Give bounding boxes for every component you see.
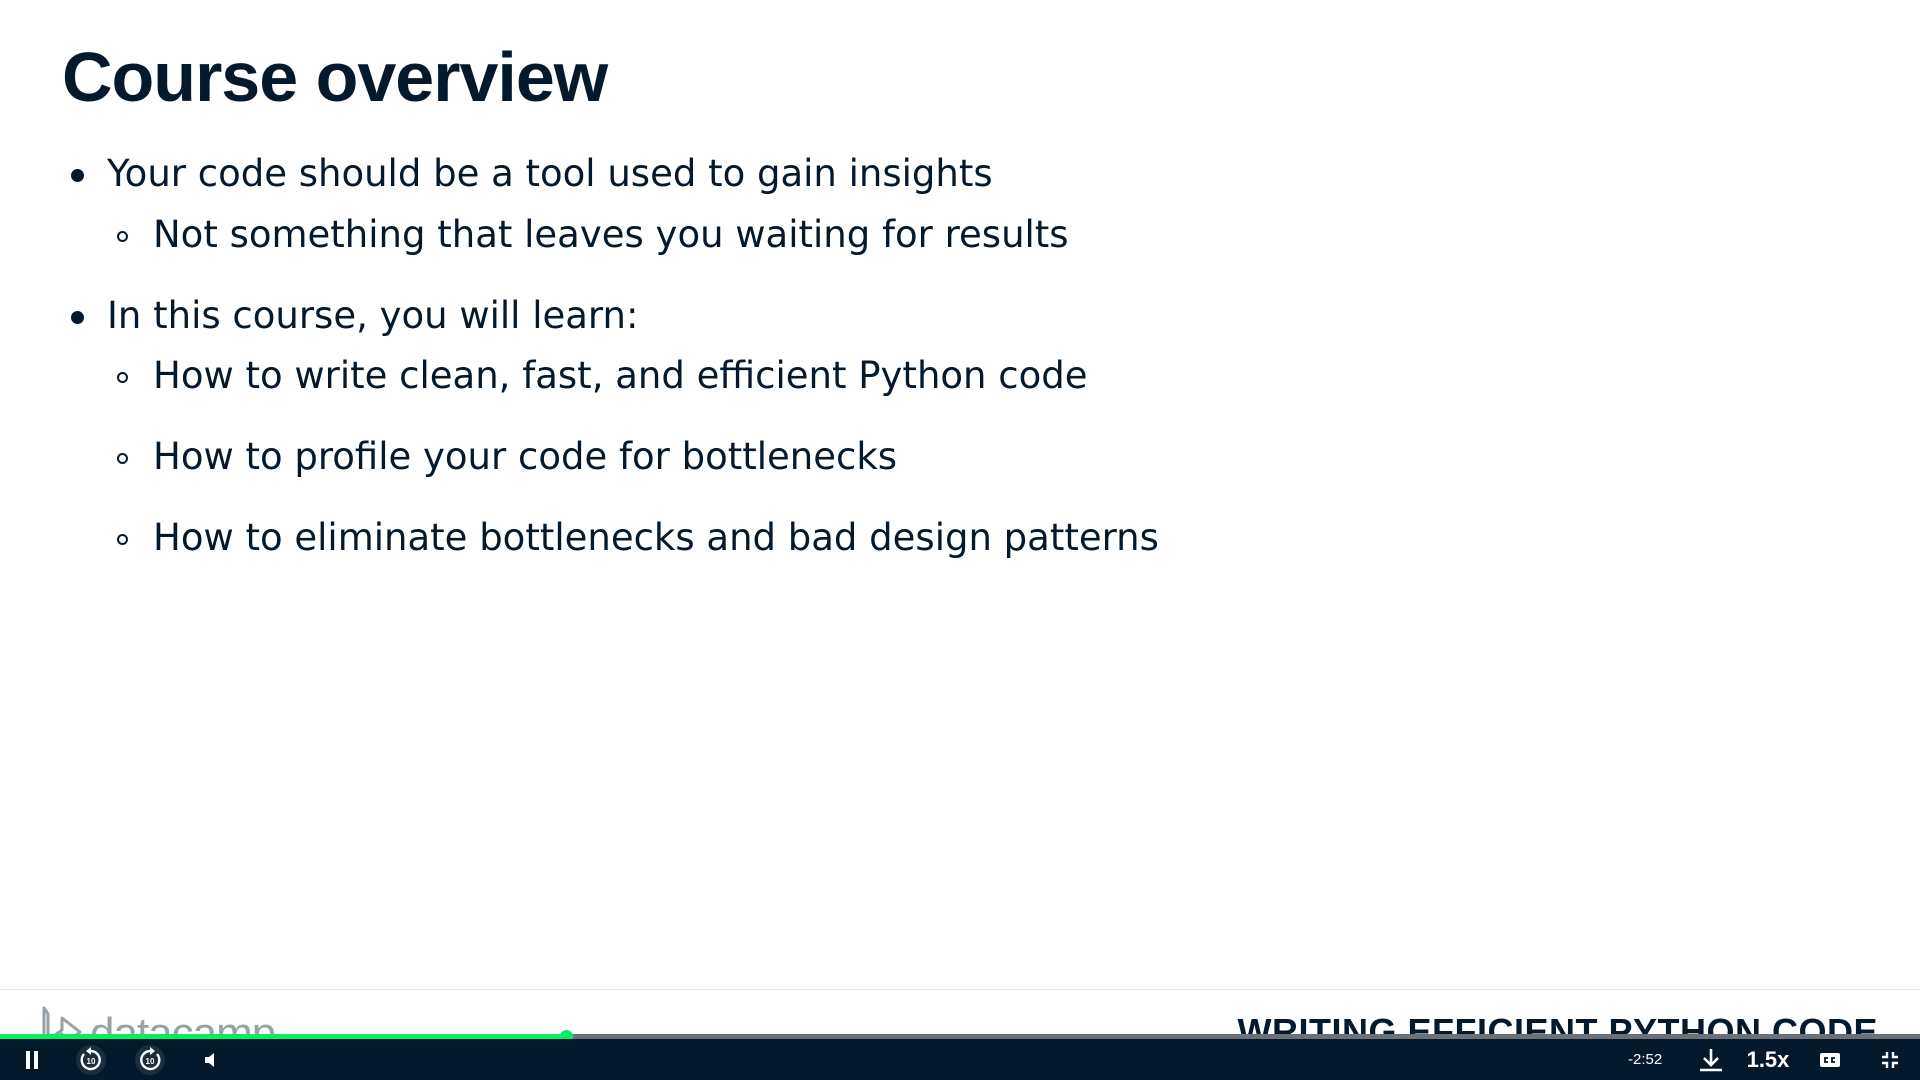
rewind-10-button[interactable]: 10 <box>72 1039 110 1080</box>
playback-speed-label: 1.5x <box>1746 1046 1790 1072</box>
download-icon <box>1700 1048 1722 1071</box>
bullet-line: In this course, you will learn: <box>107 294 639 337</box>
rewind-seconds-label: 10 <box>87 1057 96 1066</box>
forward-seconds-label: 10 <box>146 1057 155 1066</box>
time-remaining: -2:52 <box>1628 1051 1663 1068</box>
bullet-dot <box>71 311 84 324</box>
course-name: WRITING EFFICIENT PYTHON CODE <box>1237 1011 1878 1037</box>
rewind-10-icon: 10 <box>76 1044 106 1075</box>
sub-bullet-line: How to eliminate bottlenecks and bad des… <box>153 516 1159 559</box>
datacamp-logo-icon <box>42 1006 82 1036</box>
slide: Course overview Your code should be a to… <box>0 0 1920 990</box>
captions-icon <box>1820 1052 1840 1067</box>
sub-bullet-ring <box>117 453 128 464</box>
sub-bullet-line: How to profile your code for bottlenecks <box>153 435 898 478</box>
sub-bullet-line: How to write clean, fast, and efficient … <box>153 354 1088 397</box>
forward-10-icon: 10 <box>135 1044 165 1075</box>
exit-fullscreen-button[interactable] <box>1874 1039 1906 1080</box>
player-controls: 10 10 -2:52 1.5x <box>0 1039 1920 1080</box>
forward-10-button[interactable]: 10 <box>131 1039 169 1080</box>
bullet-list: Your code should be a tool used to gain … <box>0 0 1920 990</box>
sub-bullet-ring <box>117 534 128 545</box>
captions-button[interactable] <box>1814 1039 1846 1080</box>
volume-icon <box>205 1052 214 1067</box>
exit-fullscreen-icon <box>1882 1051 1898 1068</box>
bullet-dot <box>71 169 84 182</box>
sub-bullet-line: Not something that leaves you waiting fo… <box>153 213 1069 256</box>
datacamp-logo: datacamp <box>40 1006 276 1037</box>
pause-icon <box>26 1050 38 1069</box>
bullet-line: Your code should be a tool used to gain … <box>107 152 993 195</box>
pause-button[interactable] <box>14 1039 50 1080</box>
sub-bullet-ring <box>117 231 128 242</box>
playback-speed-button[interactable]: 1.5x <box>1744 1039 1792 1080</box>
slide-footer: datacamp WRITING EFFICIENT PYTHON CODE <box>0 990 1920 1036</box>
download-button[interactable] <box>1694 1039 1728 1080</box>
sub-bullet-ring <box>117 372 128 383</box>
volume-button[interactable] <box>196 1039 226 1080</box>
logo-wordmark: datacamp <box>90 1009 276 1037</box>
